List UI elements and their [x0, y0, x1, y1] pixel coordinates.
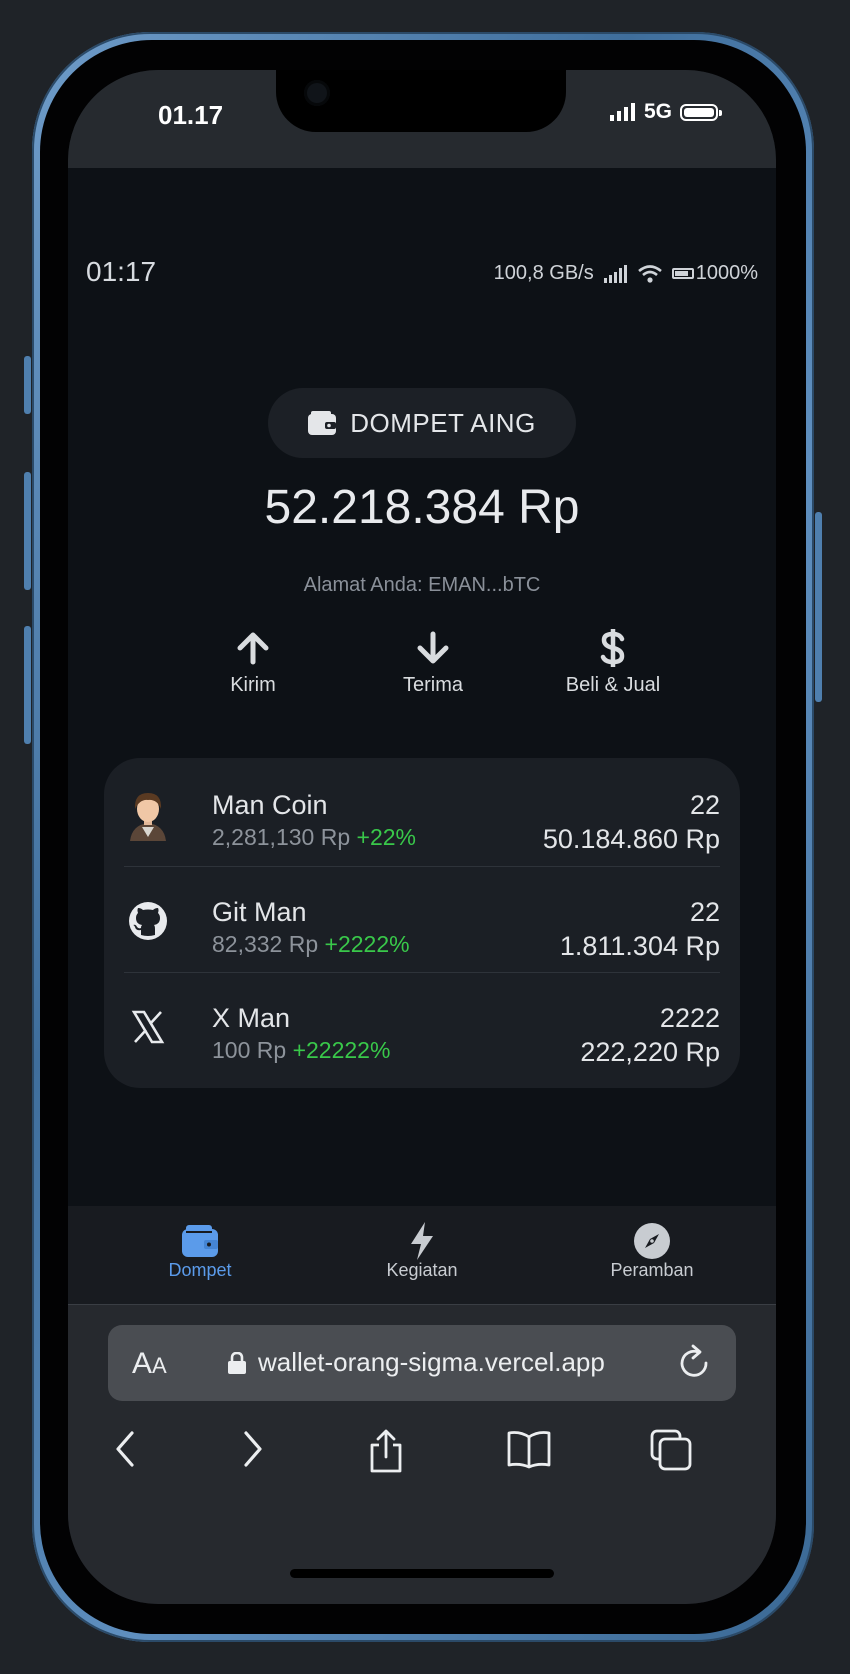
dollar-icon	[600, 629, 625, 667]
battery-icon	[671, 268, 694, 279]
nav-item-kegiatan[interactable]: Kegiatan	[342, 1222, 502, 1281]
bottom-nav: Dompet Kegiatan Peramban	[68, 1206, 776, 1304]
reload-icon	[680, 1344, 708, 1377]
token-price-line: 2,281,130 Rp +22%	[212, 824, 416, 851]
token-list: Man Coin 2,281,130 Rp +22% 22 50.184.860…	[104, 758, 740, 1088]
tabs-button[interactable]	[650, 1429, 692, 1471]
screen: 01.17 5G 01:17 100,8 GB/s 1000% DOMPET A…	[68, 70, 776, 1604]
compass-icon	[634, 1223, 670, 1259]
token-value: 50.184.860 Rp	[542, 824, 720, 854]
wallet-app: 01:17 100,8 GB/s 1000% DOMPET AING 52.21…	[68, 168, 776, 1304]
token-name: Man Coin	[212, 790, 328, 820]
token-value: 222,220 Rp	[580, 1037, 720, 1067]
buy-sell-label: Beli & Jual	[565, 674, 661, 696]
token-change: +22222%	[292, 1037, 391, 1063]
device-time: 01.17	[158, 100, 224, 130]
token-price-line: 82,332 Rp +2222%	[212, 931, 410, 958]
network-speed: 100,8 GB/s	[493, 262, 594, 284]
github-icon	[124, 897, 172, 945]
lock-icon	[228, 1351, 246, 1374]
wallet-actions: Kirim Terima Beli & Jual	[168, 628, 698, 697]
book-icon	[507, 1431, 551, 1469]
aa-small: A	[152, 1353, 167, 1378]
aa-large: A	[132, 1347, 153, 1380]
power-button	[815, 512, 822, 702]
nav-label: Dompet	[168, 1260, 232, 1280]
share-button[interactable]	[368, 1429, 404, 1473]
battery-icon	[680, 103, 722, 121]
browser-toolbar	[68, 1423, 776, 1493]
token-price: 2,281,130 Rp	[212, 824, 351, 850]
chevron-left-icon	[116, 1431, 134, 1467]
device-status-icons: 5G	[609, 100, 722, 124]
app-time: 01:17	[86, 256, 157, 287]
avatar-icon	[124, 790, 172, 841]
wifi-icon	[637, 264, 662, 283]
network-type: 5G	[643, 100, 672, 123]
buy-sell-button[interactable]: Beli & Jual	[528, 628, 698, 697]
ios-status-bar: 01.17 5G	[68, 70, 776, 168]
reload-button[interactable]	[678, 1343, 712, 1381]
token-change: +22%	[356, 824, 416, 850]
battery-percent: 1000%	[695, 262, 758, 284]
token-amount: 22	[689, 790, 720, 820]
wallet-selector[interactable]: DOMPET AING	[268, 388, 576, 458]
token-price: 82,332 Rp	[212, 931, 319, 957]
receive-button[interactable]: Terima	[348, 628, 518, 697]
volume-down-button	[24, 626, 31, 744]
nav-label: Peramban	[610, 1260, 694, 1280]
nav-item-peramban[interactable]: Peramban	[572, 1222, 732, 1281]
bookmarks-button[interactable]	[506, 1429, 552, 1469]
x-logo-icon	[124, 1003, 172, 1051]
send-label: Kirim	[230, 674, 276, 696]
token-name: Git Man	[212, 897, 307, 927]
home-indicator	[290, 1569, 554, 1578]
arrow-down-icon	[417, 631, 449, 664]
app-status-icons: 100,8 GB/s 1000%	[494, 262, 758, 285]
volume-up-button	[24, 472, 31, 590]
share-icon	[370, 1429, 402, 1473]
wallet-icon	[182, 1225, 218, 1257]
wallet-address[interactable]: Alamat Anda: EMAN...bTC	[68, 574, 776, 597]
token-change: +2222%	[324, 931, 410, 957]
nav-label: Kegiatan	[386, 1260, 458, 1280]
token-price-line: 100 Rp +22222%	[212, 1037, 390, 1064]
token-row[interactable]: Man Coin 2,281,130 Rp +22% 22 50.184.860…	[124, 760, 720, 866]
receive-label: Terima	[402, 674, 463, 696]
wallet-name: DOMPET AING	[350, 407, 536, 438]
browser-chrome: AA wallet-orang-sigma.vercel.app	[68, 1304, 776, 1604]
signal-icon	[603, 264, 627, 283]
token-price: 100 Rp	[212, 1037, 287, 1063]
send-button[interactable]: Kirim	[168, 628, 338, 697]
wallet-balance: 52.218.384 Rp	[264, 481, 580, 534]
forward-button[interactable]	[238, 1429, 268, 1469]
token-amount: 22	[689, 897, 720, 927]
url-display[interactable]: wallet-orang-sigma.vercel.app	[228, 1347, 605, 1378]
action-button	[24, 356, 31, 414]
token-value: 1.811.304 Rp	[559, 931, 720, 961]
back-button[interactable]	[110, 1429, 140, 1469]
address-bar[interactable]: AA wallet-orang-sigma.vercel.app	[108, 1325, 736, 1401]
bolt-icon	[411, 1222, 433, 1260]
nav-item-dompet[interactable]: Dompet	[120, 1222, 280, 1281]
cellular-signal-icon	[609, 103, 635, 121]
wallet-icon	[308, 411, 337, 435]
chevron-right-icon	[244, 1431, 262, 1467]
camera-icon	[304, 80, 330, 106]
url-text: wallet-orang-sigma.vercel.app	[258, 1347, 605, 1377]
reader-settings-button[interactable]: AA	[132, 1347, 167, 1381]
token-amount: 2222	[659, 1003, 720, 1033]
token-row[interactable]: X Man 100 Rp +22222% 2222 222,220 Rp	[124, 972, 720, 1079]
tabs-icon	[650, 1429, 692, 1471]
arrow-up-icon	[237, 632, 269, 665]
token-name: X Man	[212, 1003, 291, 1033]
token-row[interactable]: Git Man 82,332 Rp +2222% 22 1.811.304 Rp	[124, 866, 720, 973]
